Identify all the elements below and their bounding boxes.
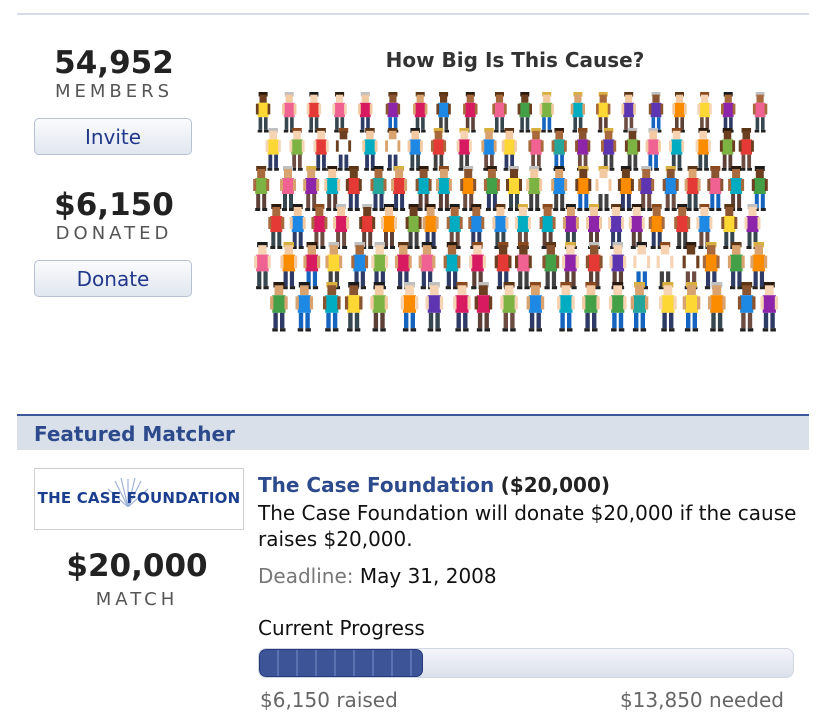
matcher-amount: ($20,000) xyxy=(500,473,611,497)
needed-amount: $13,850 needed xyxy=(619,688,784,712)
deadline-value: May 31, 2008 xyxy=(359,564,497,588)
donated-amount: $6,150 xyxy=(54,187,174,223)
featured-matcher-title: Featured Matcher xyxy=(34,422,235,446)
members-stat: 54,952 MEMBERS xyxy=(34,45,194,103)
case-foundation-logo[interactable]: THE CASE FOUNDATION xyxy=(34,468,244,530)
cause-size-title: How Big Is This Cause? xyxy=(385,48,645,72)
deadline-label: Deadline: xyxy=(258,564,354,588)
matcher-heading: The Case Foundation ($20,000) xyxy=(258,473,610,497)
match-label: MATCH xyxy=(95,589,179,610)
members-count: 54,952 xyxy=(54,45,174,81)
featured-matcher-header: Featured Matcher xyxy=(17,414,809,450)
progress-bar xyxy=(258,648,794,678)
progress-bar-fill xyxy=(259,649,424,677)
donated-label: DONATED xyxy=(55,223,173,244)
raised-amount: $6,150 raised xyxy=(260,688,398,712)
member-crowd-image xyxy=(253,92,779,332)
donated-stat: $6,150 DONATED xyxy=(34,187,194,245)
match-amount: $20,000 xyxy=(66,548,208,584)
progress-title: Current Progress xyxy=(258,616,425,640)
invite-button[interactable]: Invite xyxy=(34,118,192,155)
logo-wordmark: THE CASE FOUNDATION xyxy=(37,489,241,507)
deadline: Deadline: May 31, 2008 xyxy=(258,564,497,588)
matcher-description: The Case Foundation will donate $20,000 … xyxy=(258,501,797,551)
donate-button[interactable]: Donate xyxy=(34,260,192,297)
top-divider xyxy=(17,13,809,15)
matcher-name-link[interactable]: The Case Foundation xyxy=(258,473,494,497)
members-label: MEMBERS xyxy=(54,81,174,102)
